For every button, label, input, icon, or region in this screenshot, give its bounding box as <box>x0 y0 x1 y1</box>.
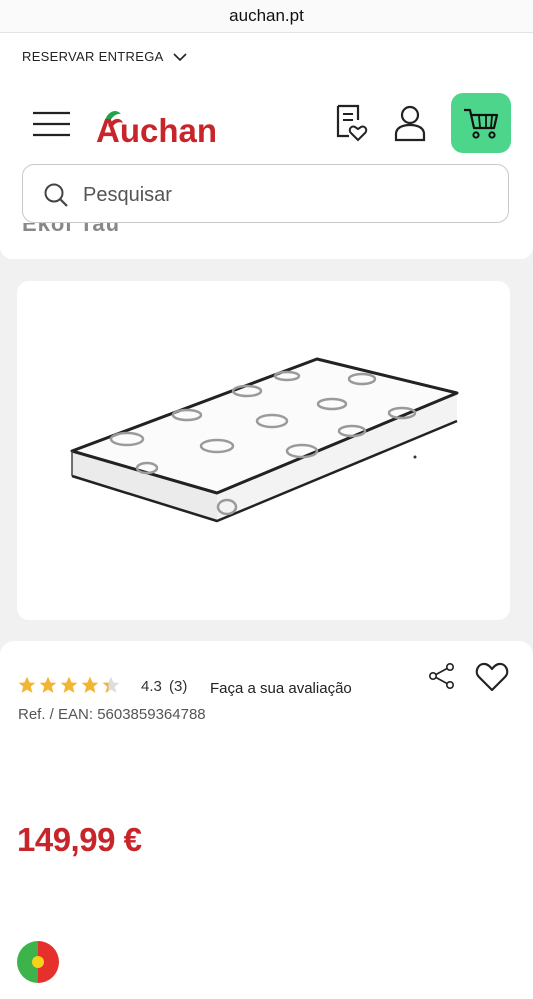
cart-icon <box>464 108 499 139</box>
product-ref-ean: Ref. / EAN: 5603859364788 <box>18 706 206 723</box>
hamburger-menu-icon[interactable] <box>32 110 72 138</box>
star-icon <box>81 676 99 693</box>
reservar-entrega-dropdown[interactable]: RESERVAR ENTREGA <box>22 49 188 64</box>
rating-stars[interactable] <box>17 675 121 695</box>
browser-url-bar[interactable]: auchan.pt <box>0 0 533 33</box>
write-review-link[interactable]: Faça a sua avaliação <box>210 680 352 697</box>
search-input[interactable] <box>81 173 485 217</box>
scrolled-title-peek: Ekoi Tau <box>22 223 121 236</box>
star-icon <box>60 676 78 693</box>
cart-button[interactable] <box>451 93 511 153</box>
star-icon <box>39 676 57 693</box>
rating-count[interactable]: (3) <box>169 678 187 695</box>
search-icon <box>44 183 68 207</box>
auchan-logo[interactable]: Auchan <box>94 103 234 145</box>
product-image-card[interactable] <box>17 281 510 620</box>
svg-text:Auchan: Auchan <box>96 112 217 145</box>
chevron-down-icon <box>173 52 187 61</box>
shopping-list-heart-icon[interactable] <box>332 103 368 143</box>
product-info-card: 4.3 (3) Faça a sua avaliação Ref. / EAN:… <box>0 641 533 999</box>
star-half-icon <box>102 676 120 693</box>
rating-value: 4.3 <box>141 678 162 695</box>
share-icon[interactable] <box>428 662 456 690</box>
reservar-entrega-label: RESERVAR ENTREGA <box>22 49 164 64</box>
site-header: RESERVAR ENTREGA Auchan Pesquisar Ekoi T… <box>0 33 533 259</box>
product-price: 149,99 € <box>17 821 142 858</box>
eco-score-badge-icon[interactable] <box>17 941 59 983</box>
url-text: auchan.pt <box>229 6 304 25</box>
star-icon <box>18 676 36 693</box>
mattress-product-image <box>70 357 459 523</box>
user-account-icon[interactable] <box>393 103 427 143</box>
favorite-heart-icon[interactable] <box>475 661 509 693</box>
search-bar[interactable] <box>22 164 509 223</box>
